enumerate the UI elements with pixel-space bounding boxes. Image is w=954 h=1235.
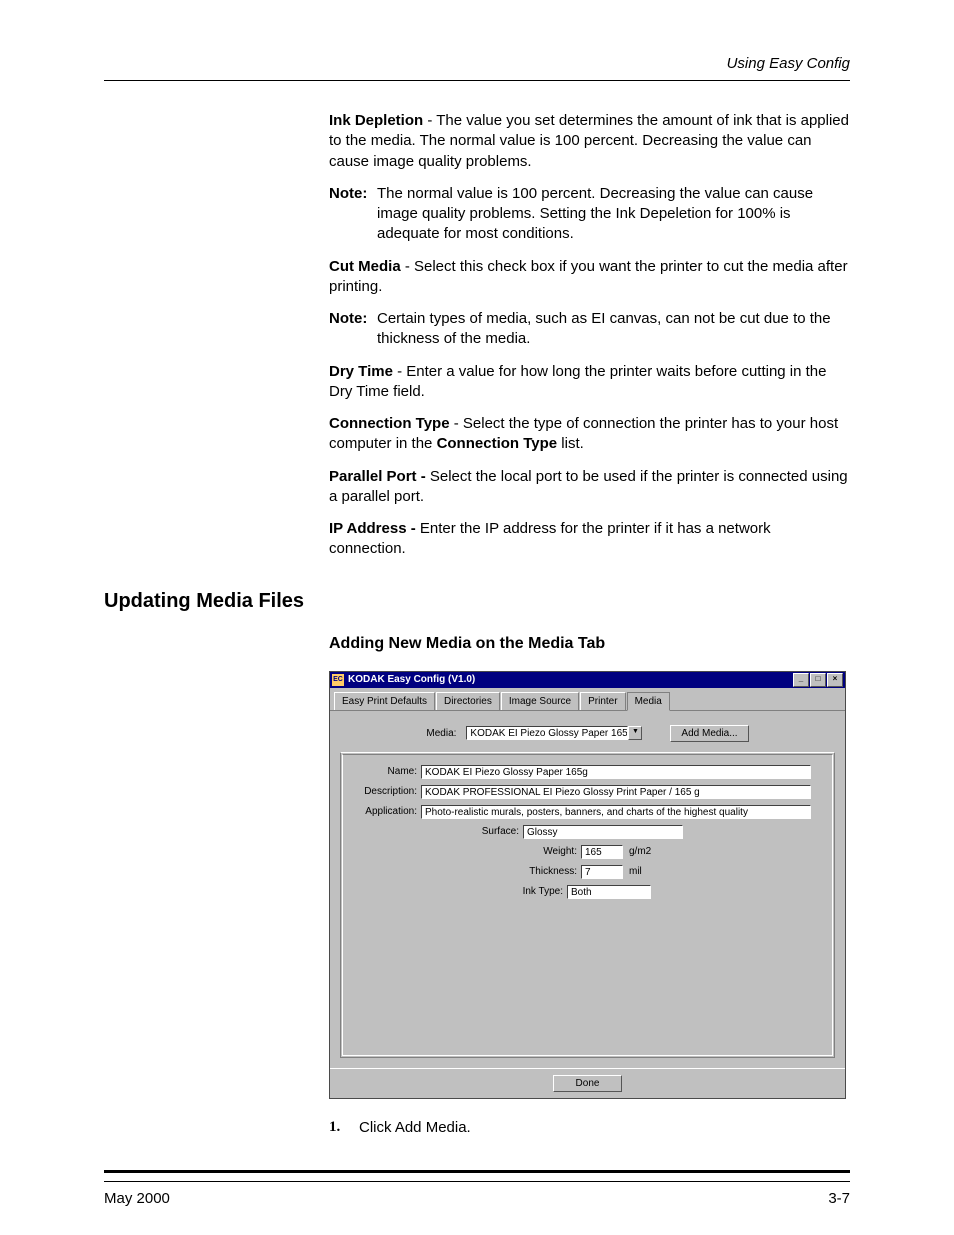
name-field[interactable]: KODAK EI Piezo Glossy Paper 165g: [421, 765, 811, 779]
app-icon: EC: [332, 674, 344, 686]
term-ip-address: IP Address -: [329, 520, 420, 537]
thickness-label: Thickness:: [351, 866, 577, 877]
para-ink-depletion: Ink Depletion - The value you set determ…: [329, 111, 850, 172]
para-dry-time: Dry Time - Enter a value for how long th…: [329, 362, 850, 403]
term-cut-media: Cut Media: [329, 258, 401, 275]
para-connection-type: Connection Type - Select the type of con…: [329, 414, 850, 455]
page-footer: May 2000 3-7: [104, 1162, 850, 1207]
application-field[interactable]: Photo-realistic murals, posters, banners…: [421, 805, 811, 819]
note-2: Note: Certain types of media, such as EI…: [329, 309, 850, 350]
tab-strip: Easy Print Defaults Directories Image So…: [330, 688, 845, 711]
step-1: 1. Click Add Media.: [329, 1119, 850, 1136]
description-label: Description:: [351, 786, 417, 797]
para-cut-media: Cut Media - Select this check box if you…: [329, 257, 850, 298]
description-field[interactable]: KODAK PROFESSIONAL EI Piezo Glossy Print…: [421, 785, 811, 799]
weight-unit: g/m2: [629, 846, 651, 857]
done-button[interactable]: Done: [553, 1075, 623, 1092]
note-body: Certain types of media, such as EI canva…: [377, 309, 850, 350]
tab-directories[interactable]: Directories: [436, 692, 500, 710]
close-button[interactable]: ×: [827, 673, 843, 687]
heading-updating-media-files: Updating Media Files: [104, 590, 850, 613]
add-media-button[interactable]: Add Media...: [670, 725, 748, 742]
note-1: Note: The normal value is 100 percent. D…: [329, 184, 850, 245]
text: - Select this check box if you want the …: [329, 258, 848, 295]
thickness-unit: mil: [629, 866, 642, 877]
window-title: KODAK Easy Config (V1.0): [348, 674, 793, 685]
tab-printer[interactable]: Printer: [580, 692, 625, 710]
inktype-label: Ink Type:: [351, 886, 563, 897]
media-label: Media:: [426, 728, 456, 739]
text: - Enter a value for how long the printer…: [329, 363, 827, 400]
para-parallel-port: Parallel Port - Select the local port to…: [329, 467, 850, 508]
dropdown-arrow-icon[interactable]: ▼: [628, 726, 642, 740]
tab-media[interactable]: Media: [627, 692, 670, 711]
header-rule: [104, 80, 850, 81]
thickness-field[interactable]: 7: [581, 865, 623, 879]
note-label: Note:: [329, 309, 377, 350]
app-window: EC KODAK Easy Config (V1.0) _ □ × Easy P…: [329, 671, 846, 1099]
inktype-field[interactable]: Both: [567, 885, 651, 899]
term-connection-type: Connection Type: [329, 415, 450, 432]
text: list.: [557, 435, 584, 452]
page-number: 3-7: [828, 1190, 850, 1207]
term-connection-type-2: Connection Type: [437, 435, 558, 452]
surface-label: Surface:: [351, 826, 519, 837]
media-dropdown[interactable]: KODAK EI Piezo Glossy Paper 165g ▼: [466, 726, 642, 740]
media-panel: Media: KODAK EI Piezo Glossy Paper 165g …: [330, 711, 845, 1068]
surface-field[interactable]: Glossy: [523, 825, 683, 839]
term-dry-time: Dry Time: [329, 363, 393, 380]
header-section: Using Easy Config: [104, 55, 850, 72]
tab-easy-print-defaults[interactable]: Easy Print Defaults: [334, 692, 435, 710]
footer-date: May 2000: [104, 1190, 170, 1207]
heading-adding-new-media: Adding New Media on the Media Tab: [329, 635, 850, 653]
term-parallel-port: Parallel Port -: [329, 468, 430, 485]
step-number: 1.: [329, 1119, 359, 1136]
weight-field[interactable]: 165: [581, 845, 623, 859]
weight-label: Weight:: [351, 846, 577, 857]
bottom-bar: Done: [330, 1068, 845, 1098]
application-label: Application:: [351, 806, 417, 817]
maximize-button[interactable]: □: [810, 673, 826, 687]
step-text: Click Add Media.: [359, 1119, 471, 1136]
titlebar: EC KODAK Easy Config (V1.0) _ □ ×: [330, 672, 845, 688]
tab-image-source[interactable]: Image Source: [501, 692, 579, 710]
media-value: KODAK EI Piezo Glossy Paper 165g: [466, 726, 628, 740]
term-ink-depletion: Ink Depletion: [329, 112, 423, 129]
note-label: Note:: [329, 184, 377, 245]
minimize-button[interactable]: _: [793, 673, 809, 687]
note-body: The normal value is 100 percent. Decreas…: [377, 184, 850, 245]
name-label: Name:: [351, 766, 417, 777]
media-details-group: Name: KODAK EI Piezo Glossy Paper 165g D…: [340, 752, 835, 1058]
para-ip-address: IP Address - Enter the IP address for th…: [329, 519, 850, 560]
